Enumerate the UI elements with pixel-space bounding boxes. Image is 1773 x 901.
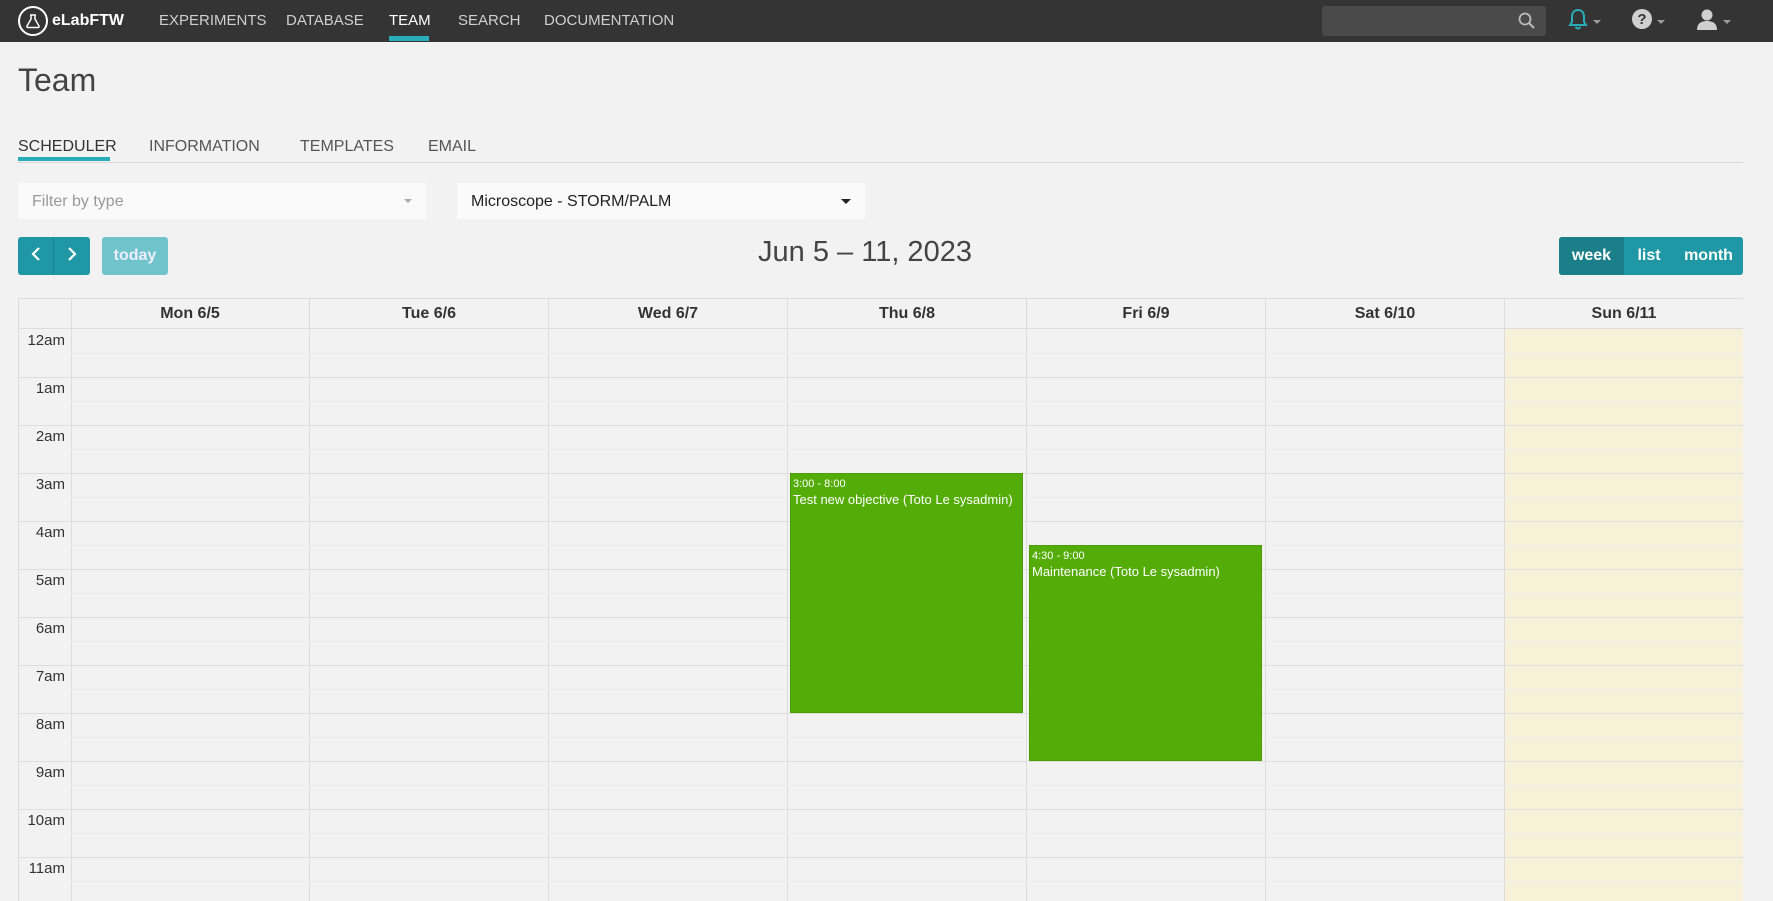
team-tabs: SCHEDULER INFORMATION TEMPLATES EMAIL bbox=[18, 136, 1743, 163]
day-column[interactable] bbox=[1505, 329, 1743, 901]
hour-gridline bbox=[19, 425, 1743, 426]
day-column[interactable] bbox=[71, 329, 310, 901]
tab-information[interactable]: INFORMATION bbox=[149, 138, 260, 156]
view-week-button[interactable]: week bbox=[1559, 237, 1624, 275]
time-label: 2am bbox=[35, 428, 65, 445]
bell-icon bbox=[1567, 8, 1589, 35]
half-hour-gridline bbox=[71, 881, 1743, 882]
day-column[interactable] bbox=[1266, 329, 1505, 901]
tab-email[interactable]: EMAIL bbox=[428, 138, 476, 156]
day-header: Mon 6/5 bbox=[71, 299, 310, 329]
nav-search[interactable]: SEARCH bbox=[458, 0, 521, 42]
nav-experiments[interactable]: EXPERIMENTS bbox=[159, 0, 267, 42]
half-hour-gridline bbox=[71, 737, 1743, 738]
hour-gridline bbox=[19, 761, 1743, 762]
half-hour-gridline bbox=[71, 833, 1743, 834]
nav-database[interactable]: DATABASE bbox=[286, 0, 364, 42]
hour-gridline bbox=[19, 377, 1743, 378]
chevron-right-icon bbox=[66, 246, 78, 267]
half-hour-gridline bbox=[71, 785, 1743, 786]
user-menu-button[interactable] bbox=[1695, 7, 1731, 35]
event-title: Test new objective (Toto Le sysadmin) bbox=[793, 492, 1013, 507]
user-icon bbox=[1695, 7, 1719, 36]
day-header: Thu 6/8 bbox=[788, 299, 1027, 329]
nav-active-indicator bbox=[389, 36, 429, 41]
time-label: 7am bbox=[35, 668, 65, 685]
day-header: Sat 6/10 bbox=[1266, 299, 1505, 329]
view-switcher: week list month bbox=[1559, 237, 1743, 275]
filter-by-type-select[interactable]: Filter by type bbox=[18, 183, 426, 219]
week-calendar-grid: Mon 6/5 Tue 6/6 Wed 6/7 Thu 6/8 Fri 6/9 Sat 6… bbox=[18, 298, 1743, 901]
event-title: Maintenance (Toto Le sysadmin) bbox=[1032, 564, 1220, 579]
elabftw-logo-icon bbox=[18, 6, 48, 36]
hour-gridline bbox=[19, 809, 1743, 810]
day-header: Fri 6/9 bbox=[1027, 299, 1266, 329]
time-label: 4am bbox=[35, 524, 65, 541]
hour-gridline bbox=[19, 857, 1743, 858]
time-label: 8am bbox=[35, 716, 65, 733]
notifications-button[interactable] bbox=[1567, 7, 1601, 35]
hour-gridline bbox=[19, 713, 1743, 714]
event-time: 4:30 - 9:00 bbox=[1032, 550, 1085, 562]
time-label: 3am bbox=[35, 476, 65, 493]
time-label: 9am bbox=[35, 764, 65, 781]
half-hour-gridline bbox=[71, 353, 1743, 354]
time-label: 12am bbox=[27, 332, 65, 349]
brand-name: eLabFTW bbox=[52, 12, 124, 29]
search-icon[interactable] bbox=[1518, 12, 1536, 35]
chevron-down-icon bbox=[1593, 20, 1601, 24]
help-icon: ? bbox=[1631, 8, 1653, 35]
day-header-row: Mon 6/5 Tue 6/6 Wed 6/7 Thu 6/8 Fri 6/9 Sat 6… bbox=[19, 299, 1743, 329]
time-label: 1am bbox=[35, 380, 65, 397]
filter-placeholder: Filter by type bbox=[32, 193, 124, 210]
chevron-down-icon bbox=[1657, 20, 1665, 24]
time-label: 11am bbox=[28, 860, 65, 877]
half-hour-gridline bbox=[71, 401, 1743, 402]
tab-templates[interactable]: TEMPLATES bbox=[300, 138, 394, 156]
calendar-event[interactable]: 3:00 - 8:00 Test new objective (Toto Le s… bbox=[790, 473, 1023, 713]
time-label: 10am bbox=[27, 812, 65, 829]
day-header: Sun 6/11 bbox=[1505, 299, 1743, 329]
calendar-event[interactable]: 4:30 - 9:00 Maintenance (Toto Le sysadmin… bbox=[1029, 545, 1262, 761]
nav-documentation[interactable]: DOCUMENTATION bbox=[544, 0, 674, 42]
time-label: 5am bbox=[35, 572, 65, 589]
chevron-down-icon bbox=[841, 199, 851, 204]
selected-item-label: Microscope - STORM/PALM bbox=[471, 193, 672, 210]
help-button[interactable]: ? bbox=[1631, 7, 1665, 35]
search-input[interactable] bbox=[1322, 6, 1546, 36]
day-header: Wed 6/7 bbox=[549, 299, 788, 329]
top-navbar: eLabFTW EXPERIMENTS DATABASE TEAM SEARCH… bbox=[0, 0, 1773, 42]
event-time: 3:00 - 8:00 bbox=[793, 478, 846, 490]
prev-week-button[interactable] bbox=[18, 237, 54, 275]
view-month-button[interactable]: month bbox=[1674, 237, 1743, 275]
tab-active-indicator bbox=[18, 157, 110, 161]
next-week-button[interactable] bbox=[54, 237, 90, 275]
today-button[interactable]: today bbox=[102, 237, 168, 275]
chevron-down-icon bbox=[1723, 20, 1731, 24]
brand-link[interactable]: eLabFTW bbox=[18, 6, 124, 36]
day-header: Tue 6/6 bbox=[310, 299, 549, 329]
day-column[interactable] bbox=[310, 329, 549, 901]
chevron-down-icon bbox=[404, 199, 412, 203]
time-label: 6am bbox=[35, 620, 65, 637]
calendar-range-title: Jun 5 – 11, 2023 bbox=[758, 236, 972, 268]
day-column[interactable] bbox=[549, 329, 788, 901]
bookable-item-select[interactable]: Microscope - STORM/PALM bbox=[457, 183, 865, 219]
tab-scheduler[interactable]: SCHEDULER bbox=[18, 138, 117, 156]
chevron-left-icon bbox=[30, 246, 42, 267]
svg-text:?: ? bbox=[1637, 11, 1646, 28]
view-list-button[interactable]: list bbox=[1624, 237, 1674, 275]
page-title: Team bbox=[18, 62, 97, 98]
half-hour-gridline bbox=[71, 449, 1743, 450]
